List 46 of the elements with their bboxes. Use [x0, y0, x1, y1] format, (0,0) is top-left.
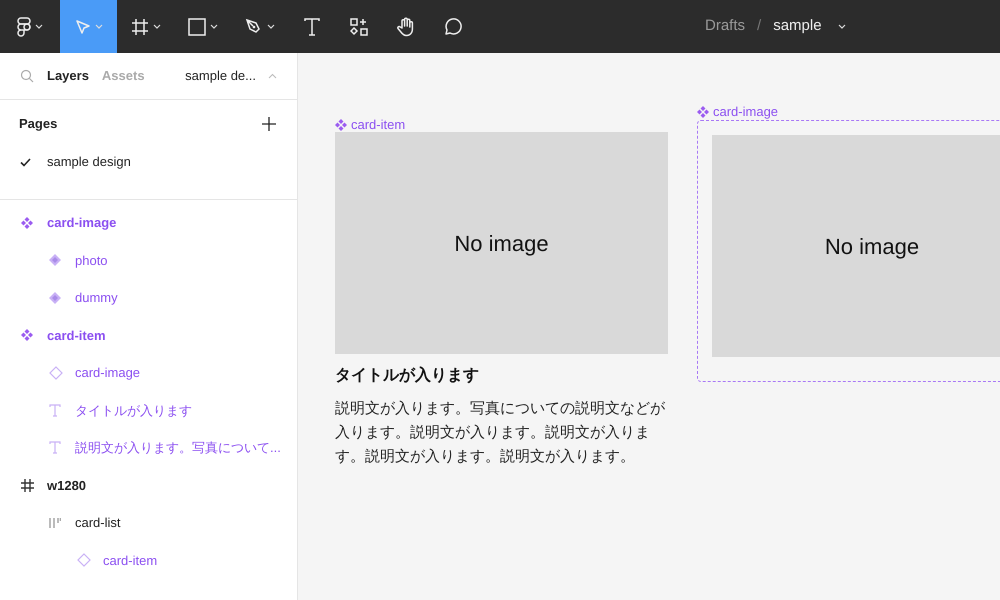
layer-name[interactable]: dummy: [75, 288, 118, 308]
folder-name[interactable]: Drafts: [705, 15, 746, 38]
component-icon: [697, 106, 709, 118]
pen-icon: [244, 18, 262, 36]
layer-name[interactable]: card-image: [75, 363, 140, 382]
panel-tab[interactable]: Layers: [47, 66, 89, 86]
caret-icon: [838, 24, 846, 29]
layer-name[interactable]: 説明文が入ります。写真について...: [75, 438, 281, 458]
component-icon: [21, 329, 33, 342]
logo-icon: [17, 16, 31, 36]
component-icon: [335, 118, 347, 131]
file-name[interactable]: sample: [773, 15, 822, 38]
card-title: タイトルが入ります: [335, 365, 480, 386]
rectangle-icon: [188, 18, 206, 36]
breadcrumb-separator: /: [757, 16, 762, 36]
layer-name[interactable]: card-item: [47, 326, 106, 345]
card-description: 説明文が入ります。写真についての説明文などが入ります。説明文が入ります。説明文が入ります。説明文が入ります。説明文が入ります。: [335, 399, 666, 467]
page-switcher[interactable]: sample de...: [185, 66, 256, 86]
text-icon: [49, 404, 61, 417]
layer-name[interactable]: w1280: [47, 476, 86, 495]
resources-icon: [350, 18, 368, 36]
page-item[interactable]: sample design: [0, 148, 297, 176]
text-icon: [49, 441, 61, 454]
hand-icon: [396, 16, 416, 36]
diamond-icon: [49, 254, 61, 266]
pointer-icon: [74, 18, 90, 34]
component-icon: [21, 216, 33, 229]
layer-name[interactable]: card-image: [47, 213, 116, 232]
component-label[interactable]: card-image: [713, 102, 778, 122]
placeholder-text: No image: [454, 230, 549, 258]
frame-icon: [21, 478, 34, 492]
placeholder-text: No image: [824, 232, 920, 261]
section-title: Pages: [19, 115, 58, 134]
layer-name[interactable]: card-item: [103, 550, 158, 570]
component-label[interactable]: card-item: [351, 115, 406, 134]
diamond-icon: [49, 292, 61, 304]
layer-name[interactable]: card-list: [75, 513, 121, 532]
text-icon: [304, 18, 320, 36]
layer-name[interactable]: タイトルが入ります: [75, 400, 192, 420]
add-icon[interactable]: [262, 117, 276, 131]
diamond-icon: [77, 553, 91, 568]
layer-name[interactable]: photo: [75, 250, 108, 270]
frame-icon: [130, 18, 148, 36]
diamond-icon: [49, 366, 63, 380]
auto-layout-icon: [49, 516, 61, 529]
comment-icon: [442, 16, 462, 36]
